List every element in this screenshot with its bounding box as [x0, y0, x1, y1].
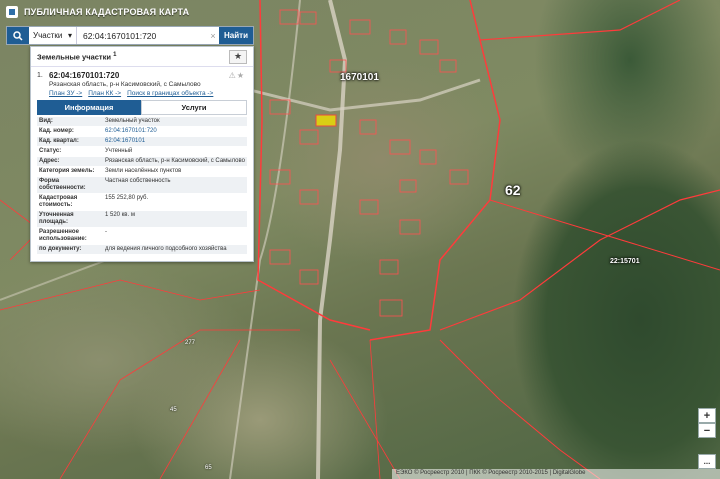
tab-services[interactable]: Услуги — [141, 100, 247, 115]
info-row: Адрес: Рязанская область, р-н Касимовский… — [37, 157, 247, 167]
info-row: Категория земель: Земли населённых пункто… — [37, 167, 247, 177]
zoom-controls: + − ... — [698, 408, 716, 469]
info-value: 155 252,80 руб. — [105, 195, 149, 201]
info-label: Кад. квартал: — [39, 138, 79, 144]
info-value[interactable]: 62:04:1670101:720 — [103, 127, 247, 136]
copyright-bar: ЕЭКО © Росреестр 2010 | ПКК © Росреестр … — [392, 469, 720, 479]
tab-info[interactable]: Информация — [37, 100, 141, 115]
search-bar: Участки ▾ × Найти — [6, 26, 254, 45]
info-row: Форма собственности: Частная собственност… — [37, 177, 247, 194]
info-row: Кад. номер: 62:04:1670101:720 — [37, 127, 247, 137]
object-type-label: Участки — [33, 31, 63, 40]
result-item[interactable]: 1. 62:04:1670101:720 ⚠★ Рязанская област… — [31, 67, 253, 97]
info-label: Кад. номер: — [39, 128, 74, 134]
info-value: Рязанская область, р-н Касимовский, с Са… — [105, 158, 245, 164]
item-cadastral-number[interactable]: 62:04:1670101:720 — [49, 71, 247, 80]
plan-zu-link[interactable]: План ЗУ -> — [49, 90, 82, 97]
info-row: по документу: для ведения личного подсобн… — [37, 245, 247, 255]
info-value: Учтенный — [105, 148, 133, 154]
object-type-select[interactable]: Участки ▾ — [29, 27, 77, 44]
info-value: Частная собственность — [105, 178, 171, 184]
info-value: 1 520 кв. м — [105, 212, 135, 218]
more-options-button[interactable]: ... — [698, 454, 716, 469]
info-row: Кад. квартал: 62:04:1670101 — [37, 137, 247, 147]
info-label: Форма собственности: — [39, 178, 86, 191]
info-value: Земельный участок — [105, 118, 160, 124]
info-row: Уточненная площадь: 1 520 кв. м — [37, 211, 247, 228]
info-row: Разрешенное использование: - — [37, 228, 247, 245]
info-label: по документу: — [39, 246, 82, 252]
info-row: Вид: Земельный участок — [37, 117, 247, 127]
item-links: План ЗУ -> План КК -> Поиск в границах о… — [49, 90, 247, 97]
info-value: Земли населённых пунктов — [105, 168, 182, 174]
results-count: 1 — [113, 51, 117, 58]
info-row: Кадастровая стоимость: 155 252,80 руб. — [37, 194, 247, 211]
results-header: Земельные участки 1 ★ — [31, 47, 253, 67]
favorite-star-icon[interactable]: ★ — [229, 49, 247, 64]
info-table: Вид: Земельный участок Кад. номер: 62:04:16… — [37, 117, 247, 255]
parcel-label: 45 — [170, 407, 177, 413]
info-label: Кадастровая стоимость: — [39, 195, 78, 208]
search-input[interactable] — [77, 28, 207, 43]
info-value: - — [105, 229, 107, 235]
search-icon[interactable] — [7, 27, 29, 44]
quarter-label: 1670101 — [340, 72, 379, 83]
clear-icon[interactable]: × — [207, 31, 219, 41]
info-label: Вид: — [39, 118, 53, 124]
parcel-label: 65 — [205, 465, 212, 471]
block-code-label: 22:15701 — [610, 258, 640, 265]
zoom-in-button[interactable]: + — [698, 408, 716, 423]
parcel-label: 277 — [185, 340, 196, 346]
zoom-out-button[interactable]: − — [698, 423, 716, 438]
results-title: Земельные участки 1 — [37, 51, 117, 62]
info-label: Разрешенное использование: — [39, 229, 87, 242]
item-number: 1. — [37, 72, 43, 79]
info-label: Уточненная площадь: — [39, 212, 74, 225]
info-value: для ведения личного подсобного хозяйства — [105, 246, 227, 252]
results-panel: Земельные участки 1 ★ 1. 62:04:1670101:7… — [30, 46, 254, 262]
app-title: ПУБЛИЧНАЯ КАДАСТРОВАЯ КАРТА — [24, 7, 190, 17]
chevron-down-icon: ▾ — [67, 31, 72, 40]
plan-kk-link[interactable]: План КК -> — [88, 90, 121, 97]
info-label: Адрес: — [39, 158, 60, 164]
detail-tabs: Информация Услуги — [37, 100, 247, 115]
logo-icon — [6, 6, 18, 18]
info-row: Статус: Учтенный — [37, 147, 247, 157]
find-button[interactable]: Найти — [219, 27, 253, 44]
item-address: Рязанская область, р-н Касимовский, с Са… — [49, 81, 201, 88]
info-label: Категория земель: — [39, 168, 95, 174]
app-header: ПУБЛИЧНАЯ КАДАСТРОВАЯ КАРТА — [0, 0, 190, 24]
item-action-icons[interactable]: ⚠★ — [229, 71, 245, 80]
search-in-bounds-link[interactable]: Поиск в границах объекта -> — [127, 90, 213, 97]
info-value[interactable]: 62:04:1670101 — [103, 137, 247, 146]
info-label: Статус: — [39, 148, 62, 154]
region-code-label: 62 — [505, 182, 521, 198]
